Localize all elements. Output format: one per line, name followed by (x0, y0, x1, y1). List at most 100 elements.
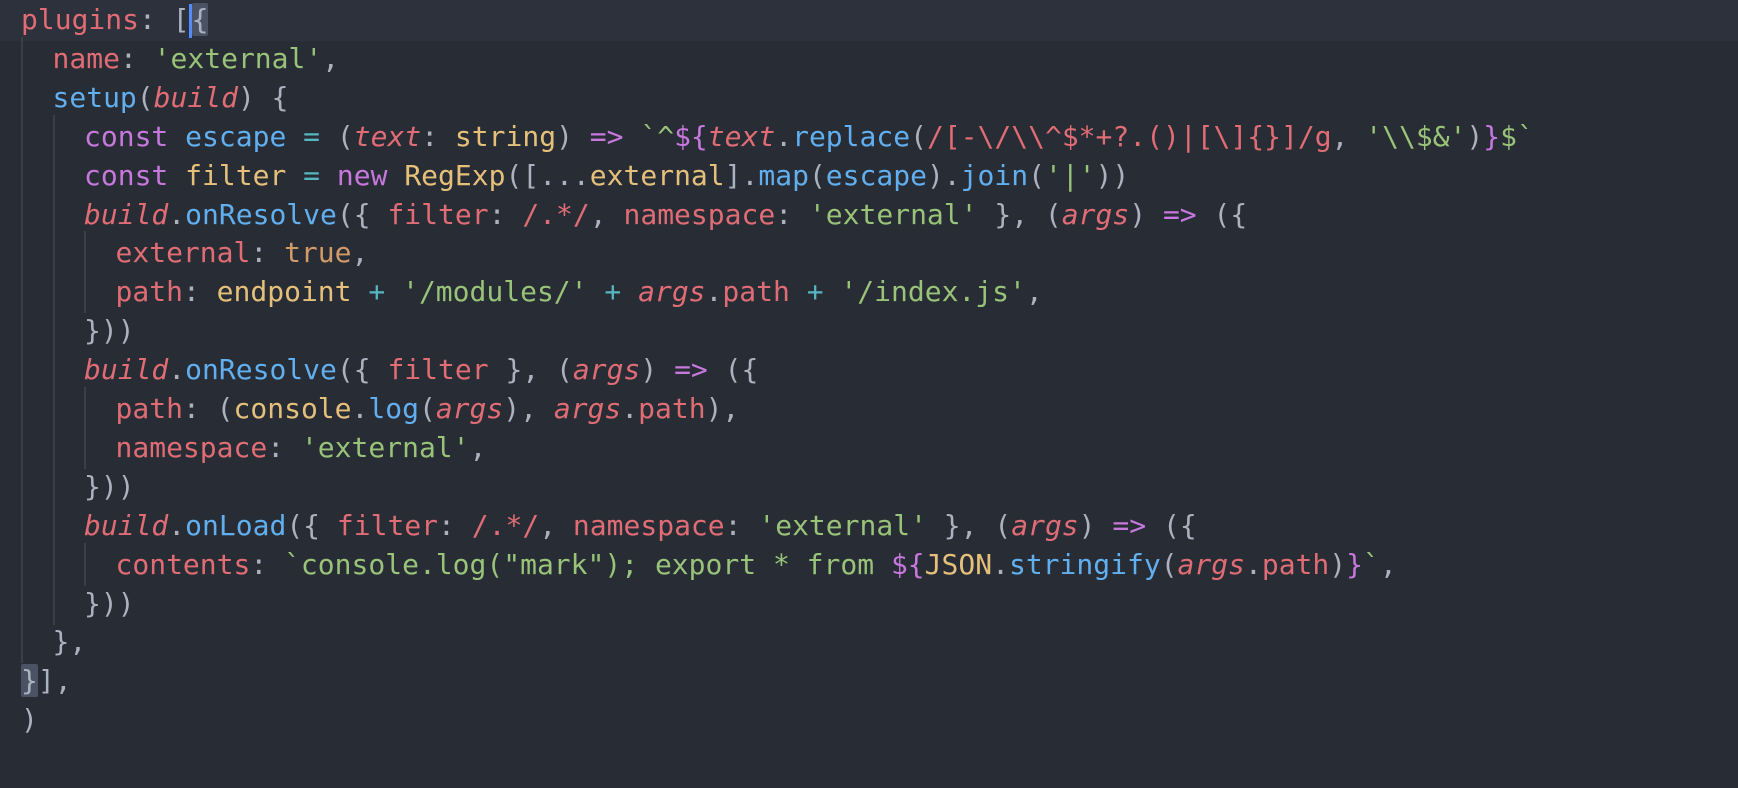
code-token: replace (792, 119, 911, 153)
code-token: ({ (707, 353, 759, 387)
code-text: })) (84, 582, 135, 625)
code-text: }, (53, 620, 87, 663)
code-text: setup(build) { (53, 76, 289, 119)
code-token: , (1331, 119, 1366, 153)
code-line[interactable]: build.onResolve({ filter: /.*/, namespac… (0, 192, 1738, 236)
code-token: . (705, 275, 723, 309)
code-token: args (435, 392, 504, 425)
code-token: path (722, 275, 790, 309)
code-line[interactable]: const filter = new RegExp([...external].… (0, 153, 1738, 197)
code-token: ) (640, 353, 675, 387)
code-token: /.*/ (522, 197, 590, 231)
code-token: path (638, 392, 706, 425)
code-line[interactable]: setup(build) { (0, 75, 1738, 119)
indent-guide (21, 309, 23, 353)
code-token: '/index.js' (840, 275, 1026, 309)
indent-guide (21, 464, 23, 508)
code-token: ), (705, 392, 740, 425)
code-token: = (286, 158, 337, 192)
code-line[interactable]: external: true, (0, 231, 1738, 275)
code-line[interactable]: path: endpoint + '/modules/' + args.path… (0, 270, 1738, 314)
code-line[interactable]: name: 'external', (0, 36, 1738, 80)
code-token: : (139, 3, 173, 36)
code-token: => (1112, 508, 1147, 542)
code-token: ( (1028, 158, 1045, 192)
code-text: build.onResolve({ filter }, (args) => ({ (84, 348, 758, 391)
code-token: onResolve (185, 353, 337, 387)
code-token: , (589, 197, 624, 231)
code-line[interactable]: build.onResolve({ filter }, (args) => ({ (0, 348, 1738, 392)
code-token: external (589, 158, 725, 192)
code-token: })) (84, 586, 135, 620)
code-token: text (353, 119, 422, 153)
code-token: } (1346, 547, 1363, 581)
code-editor[interactable]: plugins: [{name: 'external', setup(build)… (0, 0, 1738, 788)
code-token: 'external' (153, 41, 323, 75)
code-text: plugins: [{ (21, 0, 209, 41)
code-token: : (267, 430, 301, 464)
code-token: args (1011, 508, 1079, 542)
code-line[interactable]: const escape = (text: string) => `^${tex… (0, 114, 1738, 158)
code-token: . (775, 119, 793, 153)
code-line[interactable]: path: (console.log(args), args.path), (0, 387, 1738, 430)
code-token: => (1162, 197, 1197, 231)
code-token: const (84, 119, 186, 153)
code-line[interactable]: build.onLoad({ filter: /.*/, namespace: … (0, 503, 1738, 547)
code-line[interactable]: }, (0, 620, 1738, 664)
code-line[interactable]: }], (0, 659, 1738, 702)
code-line[interactable]: ) (0, 698, 1738, 741)
code-token: filter (185, 158, 287, 192)
code-token: ) (556, 119, 590, 153)
code-text: build.onLoad({ filter: /.*/, namespace: … (84, 504, 1197, 547)
code-line[interactable]: plugins: [{ (0, 0, 1738, 41)
indent-guide (21, 387, 23, 430)
code-line[interactable]: })) (0, 464, 1738, 508)
indent-guide (52, 192, 55, 236)
indent-guide (21, 503, 23, 547)
code-text: ) (21, 698, 38, 741)
code-token: ( (336, 119, 354, 153)
code-line[interactable]: })) (0, 309, 1738, 353)
code-token: join (960, 158, 1029, 192)
indent-guide (52, 231, 55, 275)
code-token: , (539, 508, 573, 542)
indent-guide (52, 114, 55, 158)
code-token: filter (387, 353, 489, 387)
code-token: }, (52, 625, 87, 659)
code-token: : (775, 197, 809, 231)
indent-guide (52, 581, 55, 625)
code-token: : (421, 119, 455, 153)
code-token: . (168, 508, 186, 542)
code-token: /.*/ (471, 508, 540, 542)
code-token: )) (1095, 158, 1130, 192)
code-token: escape (825, 158, 927, 192)
code-token: build (84, 353, 169, 387)
code-token: '/modules/' (402, 275, 588, 309)
code-line[interactable]: namespace: 'external', (0, 425, 1738, 469)
code-text: build.onResolve({ filter: /.*/, namespac… (84, 193, 1247, 236)
code-text: const escape = (text: string) => `^${tex… (84, 115, 1534, 158)
code-token: ], (37, 664, 72, 698)
indent-guide (21, 348, 23, 392)
code-line[interactable]: contents: `console.log("mark"); export *… (0, 542, 1738, 586)
code-token: ) (1466, 119, 1484, 153)
indent-guide (21, 153, 23, 197)
indent-guide (84, 425, 86, 469)
code-token: namespace (572, 508, 725, 542)
code-token: 'external' (758, 508, 927, 542)
code-token: , (469, 430, 487, 464)
code-token: ), (503, 392, 554, 425)
code-text: contents: `console.log("mark"); export *… (116, 543, 1397, 586)
indent-guide (21, 36, 23, 80)
indent-guide (52, 153, 55, 197)
code-line[interactable]: })) (0, 581, 1738, 625)
code-token: build (84, 197, 169, 231)
code-token: ( (418, 392, 436, 425)
code-text: })) (84, 465, 135, 508)
indent-guide (84, 387, 86, 430)
code-text: external: true, (116, 231, 369, 274)
code-text: path: (console.log(args), args.path), (116, 387, 740, 430)
code-token: : ( (182, 392, 234, 425)
indent-guide (52, 464, 55, 508)
code-token: : (250, 547, 285, 581)
